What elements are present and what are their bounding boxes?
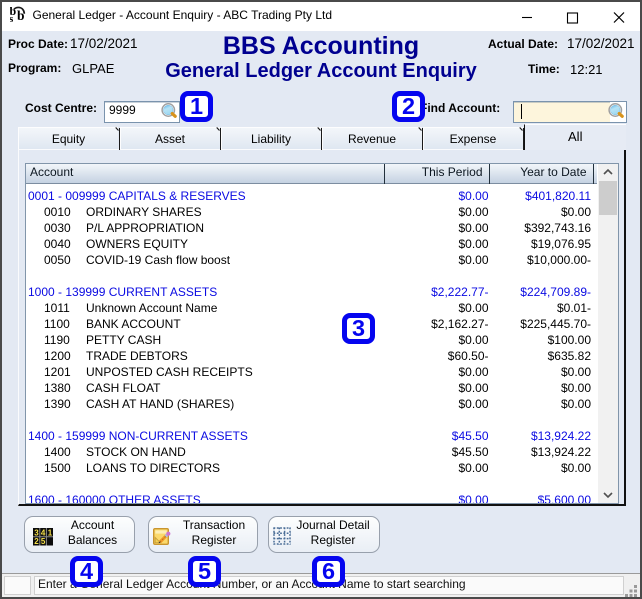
svg-text:5: 5 bbox=[41, 537, 46, 546]
svg-text:4: 4 bbox=[41, 528, 46, 537]
svg-text:2: 2 bbox=[34, 537, 39, 546]
svg-text:1: 1 bbox=[48, 528, 53, 537]
svg-text:3: 3 bbox=[34, 528, 39, 537]
